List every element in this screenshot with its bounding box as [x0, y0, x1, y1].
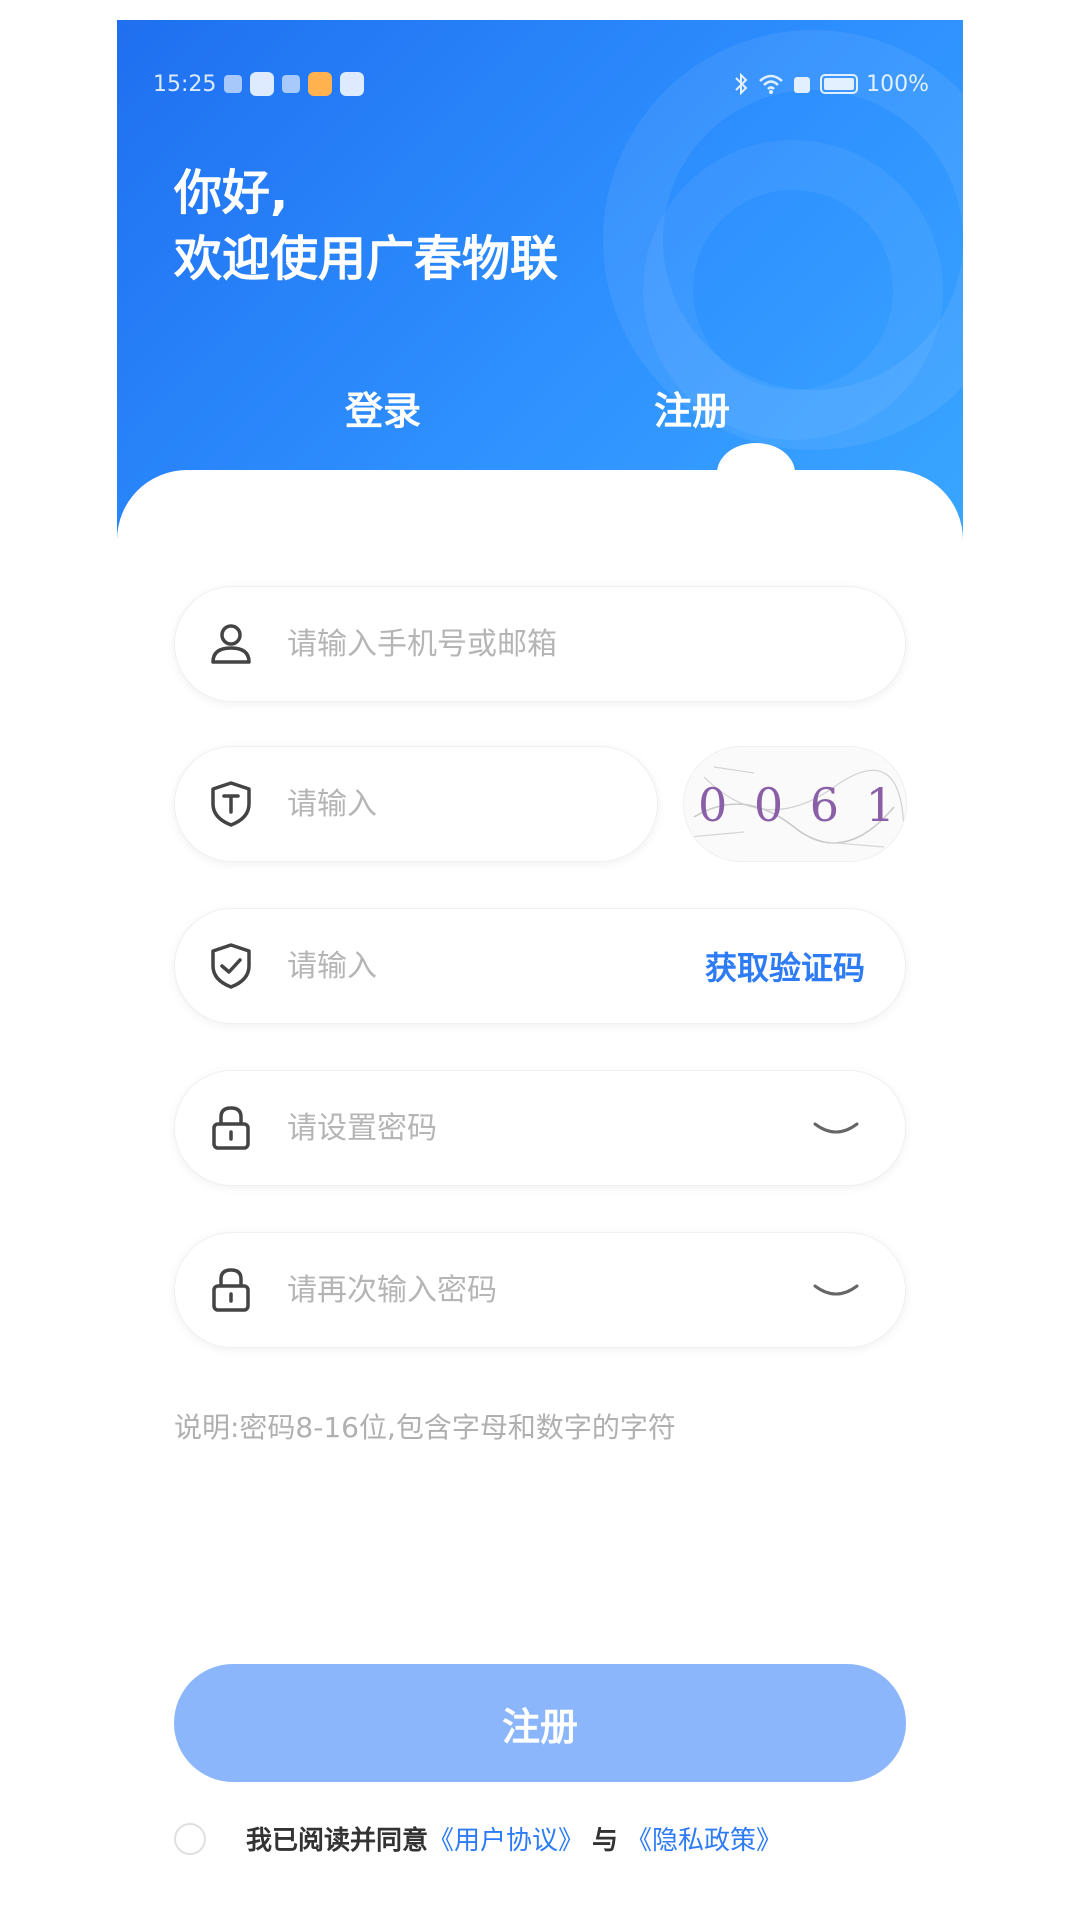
eye-closed-icon[interactable]: [811, 1116, 861, 1140]
captcha-image[interactable]: 0 0 6 1: [683, 746, 907, 862]
verified-shield-icon: [211, 943, 251, 989]
confirm-password-input[interactable]: [285, 1271, 811, 1309]
get-code-button[interactable]: 获取验证码: [705, 943, 865, 989]
register-screen: 15:25 100% 你好, 欢迎使用广春物联 登录 注册 请输入手机号或邮箱 …: [117, 20, 963, 1920]
lock-icon: [212, 1106, 250, 1150]
status-bar: 15:25 100%: [153, 64, 929, 104]
password-field[interactable]: [174, 1070, 906, 1186]
tab-login[interactable]: 登录: [345, 380, 421, 435]
confirm-password-field[interactable]: [174, 1232, 906, 1348]
app-badge-icon: [308, 72, 333, 96]
captcha-graphic: 0 0 6 1: [688, 766, 905, 848]
user-agreement-link[interactable]: 《用户协议》: [428, 1820, 584, 1857]
account-field[interactable]: [174, 586, 906, 702]
plus-app-icon: [340, 72, 365, 96]
wifi-icon: [759, 74, 783, 94]
captcha-field[interactable]: [174, 746, 662, 862]
notification-icon: [224, 75, 243, 93]
status-time: 15:25: [153, 71, 217, 97]
greeting-line-2: 欢迎使用广春物联: [174, 231, 559, 287]
status-right: 100%: [732, 72, 929, 97]
tab-register[interactable]: 注册: [654, 380, 730, 435]
agreement-and: 与: [592, 1826, 619, 1856]
message-icon: [282, 75, 301, 93]
agreement-checkbox[interactable]: [174, 1822, 206, 1855]
bluetooth-icon: [735, 72, 748, 96]
agreement-row: 我已阅读并同意 《用户协议》 与 《隐私政策》: [174, 1820, 782, 1857]
battery-icon: [820, 74, 859, 94]
header-banner: 15:25 100% 你好, 欢迎使用广春物联 登录 注册: [117, 20, 963, 540]
app-notification-icon: [250, 72, 275, 96]
privacy-policy-link[interactable]: 《隐私政策》: [626, 1820, 782, 1857]
greeting-line-1: 你好,: [174, 165, 289, 221]
active-tab-indicator: [717, 443, 795, 503]
sms-code-input[interactable]: [285, 947, 705, 985]
captcha-shield-icon: [211, 781, 251, 827]
lock-icon: [212, 1268, 250, 1312]
greeting: 你好, 欢迎使用广春物联: [174, 160, 558, 292]
agreement-prefix: 我已阅读并同意: [246, 1826, 429, 1856]
register-button[interactable]: 注册: [174, 1664, 906, 1782]
sms-code-field[interactable]: 获取验证码: [174, 908, 906, 1024]
password-hint: 说明:密码8-16位,包含字母和数字的字符: [174, 1411, 676, 1444]
auth-tabs: 登录 注册: [117, 380, 963, 440]
status-left: 15:25: [153, 71, 365, 97]
eye-closed-icon[interactable]: [811, 1278, 861, 1302]
captcha-code-text: 0 0 6 1: [698, 778, 901, 832]
password-input[interactable]: [285, 1109, 811, 1147]
captcha-input[interactable]: [285, 785, 662, 823]
user-icon: [211, 624, 251, 664]
signal-icon: [794, 77, 811, 93]
battery-percent: 100%: [866, 71, 929, 97]
account-input[interactable]: [285, 625, 905, 663]
